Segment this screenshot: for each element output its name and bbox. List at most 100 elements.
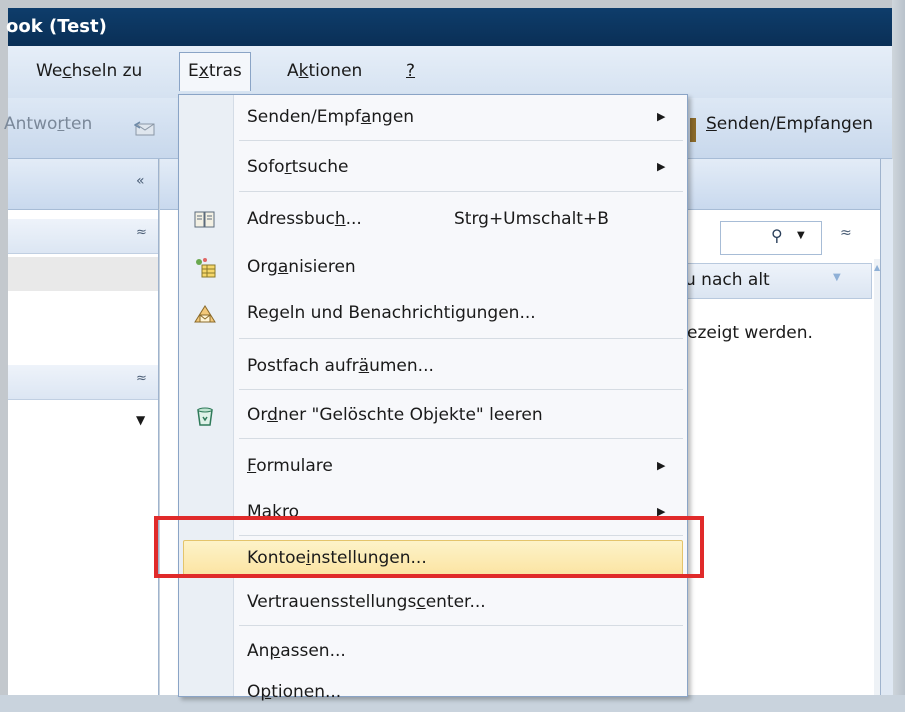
menu-item-optionen[interactable]: Optionen... [179,672,687,712]
menu-help[interactable]: ? [398,54,423,88]
menu-item-adressbuch[interactable]: Adressbuch... Strg+Umschalt+B [179,199,687,239]
collapse-pane-icon[interactable]: « [136,173,145,189]
reply-button[interactable]: Antworten [4,114,92,134]
menu-item-label: Postfach aufräumen... [247,346,434,386]
menu-item-postfach-aufraeumen[interactable]: Postfach aufräumen... [179,346,687,386]
menu-item-label-accel: r [284,157,292,177]
annotation-highlight-box [154,516,704,578]
dropdown-arrow-icon[interactable]: ▼ [136,413,145,427]
menu-item-label-accel: p [260,682,272,702]
menu-item-label-pre: O [247,682,261,702]
menu-item-senden-empfangen[interactable]: Senden/Empfangen ▶ [179,97,687,137]
menu-item-label-post: ngen [371,107,415,127]
address-book-icon [193,207,217,231]
menu-label-pre: We [36,61,63,81]
empty-trash-icon [193,403,217,427]
menu-item-label: Anpassen... [247,631,346,671]
submenu-arrow-icon: ▶ [657,459,666,472]
menu-item-label-post: enter... [425,592,486,612]
menu-item-label-pre: An [247,641,270,661]
menu-item-label: Regeln und Benachrichtigungen... [247,293,536,333]
nav-section-folders[interactable]: ≈ [8,365,158,400]
send-receive-label: enden/Empfangen [716,114,874,134]
menu-item-ordner-leeren[interactable]: Ordner "Gelöschte Objekte" leeren [179,395,687,435]
sort-dropdown-icon[interactable]: ▼ [833,272,841,283]
menu-item-label: Formulare [247,446,333,486]
menu-item-label-accel: p [269,641,281,661]
menu-label-accel: k [298,61,309,81]
search-icon[interactable]: ⚲ [771,226,783,245]
menu-item-label: Senden/Empfangen [247,97,414,137]
menu-separator [239,191,683,192]
navigation-pane: « ≈ ≈ ▼ [8,159,159,695]
reading-pane-edge [880,159,893,695]
menu-item-anpassen[interactable]: Anpassen... [179,631,687,671]
menu-item-label-pre: Vertrauensstellungs [247,592,417,612]
menu-aktionen[interactable]: Aktionen [279,54,370,88]
menu-item-label-accel: F [247,456,257,476]
menu-item-label-pre: Adressbuc [247,209,335,229]
menu-item-label-pre: Senden/Empf [247,107,361,127]
menu-item-label-post: ormulare [256,456,333,476]
menu-separator [239,389,683,390]
menu-item-label-pre: Postfach aufr [247,356,359,376]
reply-label-post: ten [64,114,93,134]
nav-section-favorites[interactable]: ≈ [8,219,158,254]
menu-item-label-accel: a [277,257,289,277]
menu-item-label-accel: ä [358,356,370,376]
menu-item-shortcut: Strg+Umschalt+B [454,209,609,229]
window-frame-top [0,0,905,8]
reply-label-pre: Antwo [4,114,58,134]
menu-item-label: Vertrauensstellungscenter... [247,582,486,622]
menu-item-label-post: ner "Gelöschte Objekte" leeren [277,405,543,425]
menu-item-vertrauensstellungscenter[interactable]: Vertrauensstellungscenter... [179,582,687,622]
menu-item-label-pre: Re [247,303,269,323]
window-title: ook (Test) [6,16,107,37]
menu-item-sofortsuche[interactable]: Sofortsuche ▶ [179,147,687,187]
menu-separator [239,338,683,339]
menu-item-label-post: umen... [369,356,434,376]
menu-label-accel: c [62,61,72,81]
search-input[interactable]: ⚲ ▼ [720,221,822,255]
menu-item-label: Sofortsuche [247,147,348,187]
menu-item-label-pre: Or [247,405,268,425]
menu-extras[interactable]: Extras [179,52,251,91]
rules-icon [193,301,217,325]
send-receive-button[interactable]: Senden/Empfangen [706,114,873,134]
menu-item-label-accel: a [360,107,372,127]
expand-section-icon[interactable]: ≈ [136,225,147,240]
nav-selected-row[interactable] [8,257,158,291]
menu-label-accel: ? [406,61,416,81]
nav-header: « [8,159,158,210]
sort-label: u nach alt [685,270,770,290]
menu-item-regeln[interactable]: Regeln und Benachrichtigungen... [179,293,687,333]
send-receive-label-accel: S [706,114,717,134]
menu-item-formulare[interactable]: Formulare ▶ [179,446,687,486]
menu-item-label: Ordner "Gelöschte Objekte" leeren [247,395,543,435]
menu-item-label-post: tionen... [271,682,342,702]
expand-section-icon[interactable]: ≈ [136,371,147,386]
menu-item-label-post: tsuche [291,157,349,177]
search-options-icon[interactable]: ▼ [797,230,805,241]
sort-header[interactable]: u nach alt ▼ [680,263,872,299]
menu-item-label-pre: Sofo [247,157,285,177]
empty-list-text: ezeigt werden. [687,323,813,343]
menu-separator [239,625,683,626]
expand-search-icon[interactable]: ≈ [840,225,852,241]
menu-item-label: Adressbuch... [247,199,362,239]
menu-separator [239,438,683,439]
submenu-arrow-icon: ▶ [657,160,666,173]
menu-bar: Wechseln zu Extras Aktionen ? [8,46,892,98]
menu-item-organisieren[interactable]: Organisieren [179,247,687,287]
menu-item-label-post: assen... [280,641,346,661]
menu-label-post: hseln zu [71,61,143,81]
menu-item-label: Optionen... [247,672,341,712]
menu-item-label: Organisieren [247,247,356,287]
menu-label-pre: A [287,61,299,81]
extras-menu: Senden/Empfangen ▶ Sofortsuche ▶ Adressb… [178,94,688,702]
menu-wechseln-zu[interactable]: Wechseln zu [28,54,150,88]
reply-all-icon[interactable] [133,118,156,138]
submenu-arrow-icon: ▶ [657,110,666,123]
window-frame-left [0,0,8,695]
menu-item-label-pre: Org [247,257,278,277]
